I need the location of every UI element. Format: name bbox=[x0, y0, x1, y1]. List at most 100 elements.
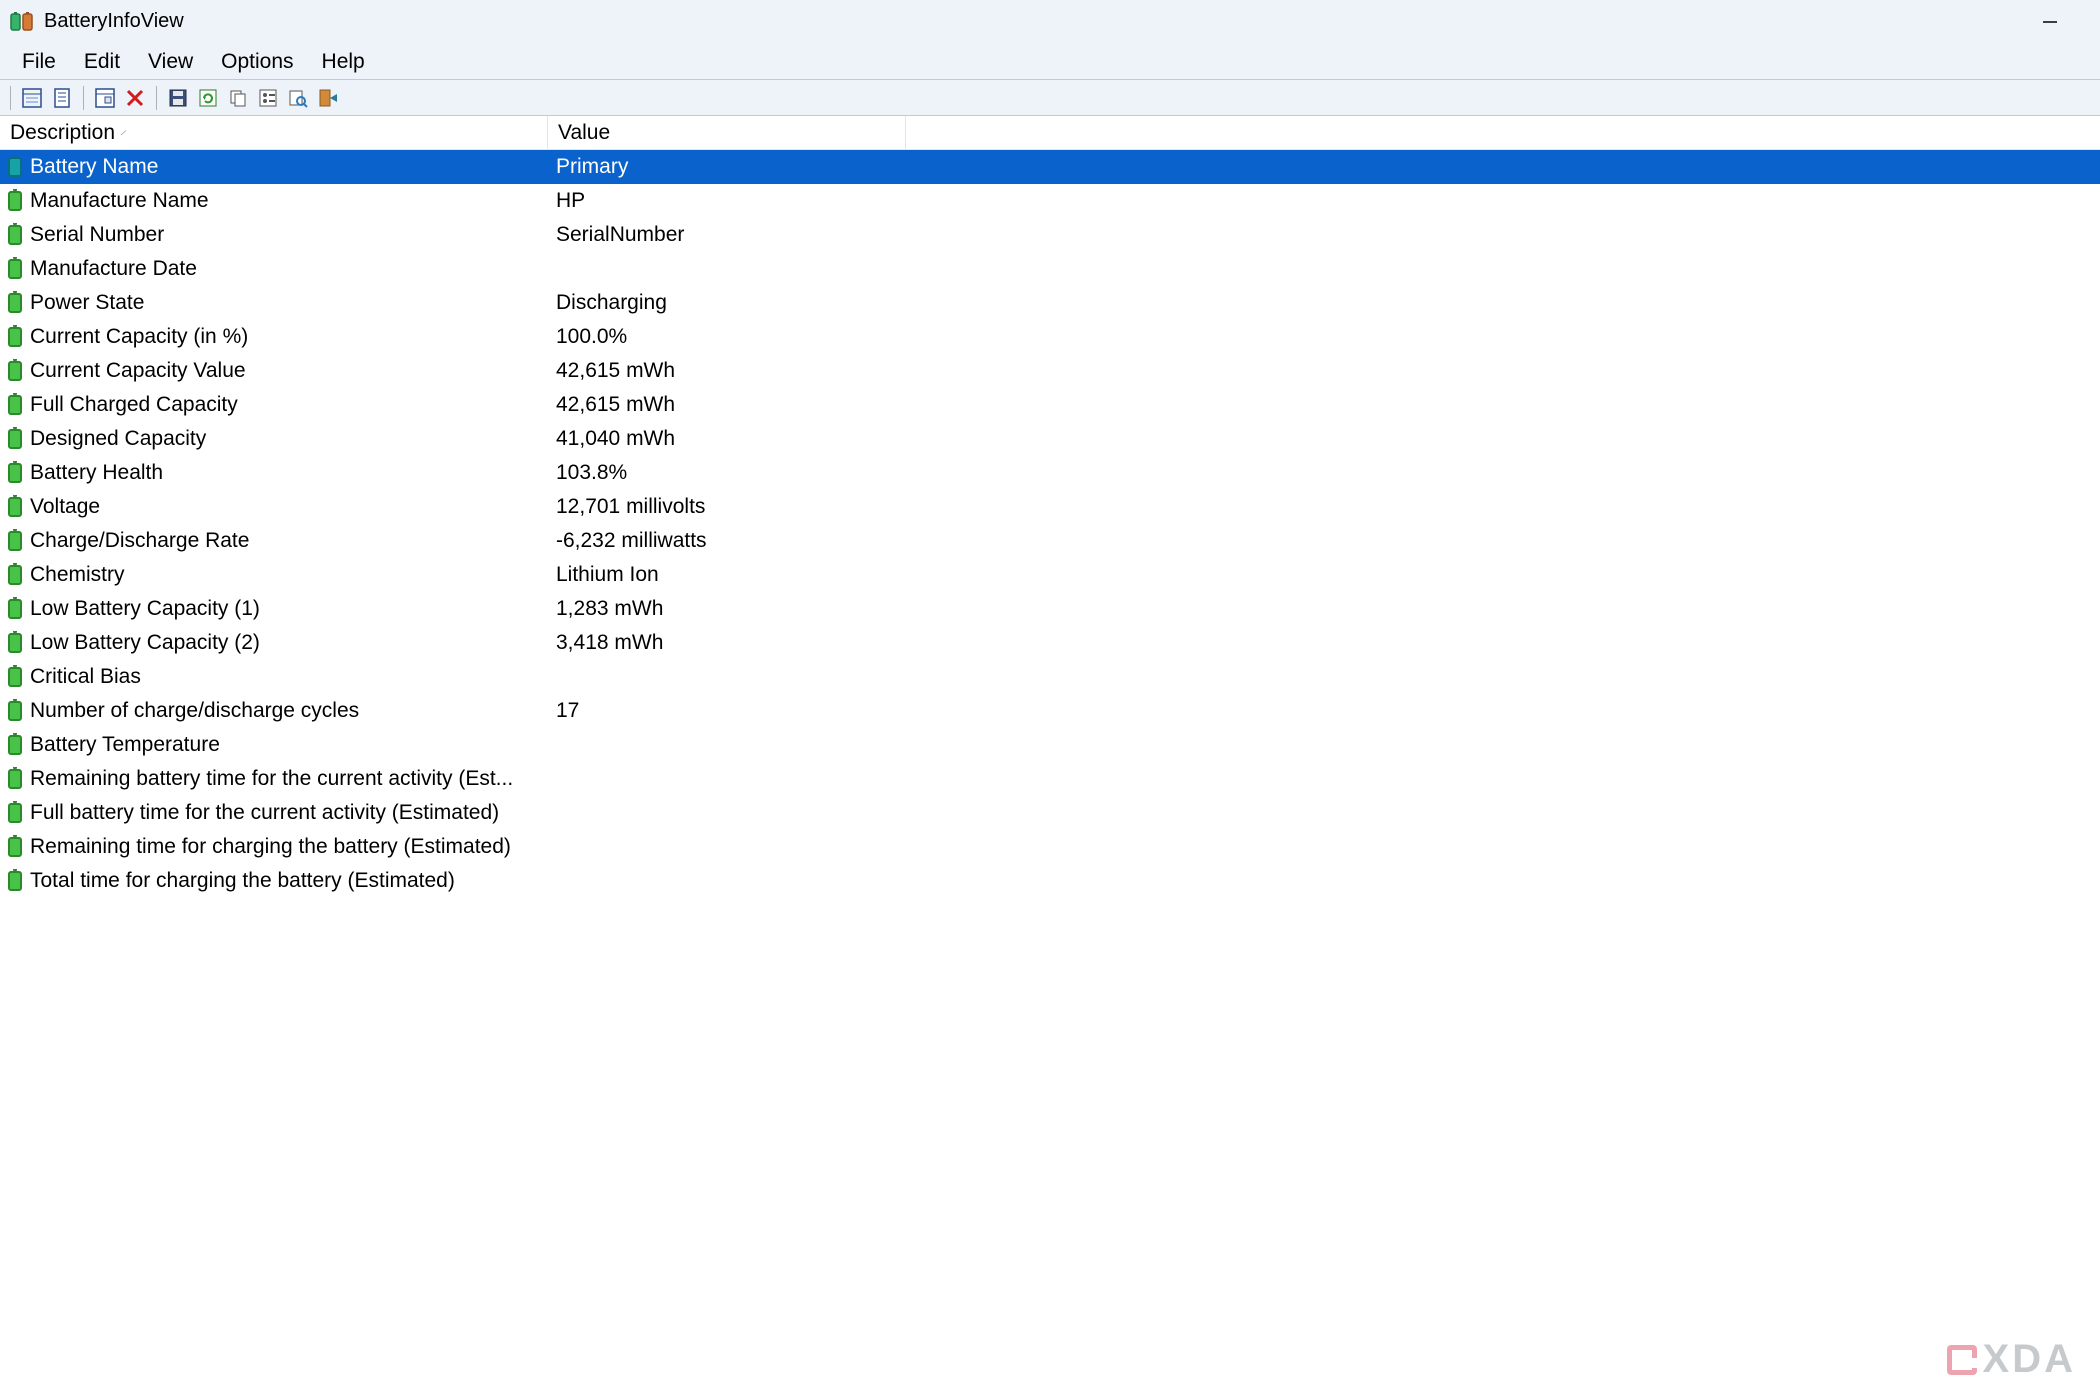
menu-options[interactable]: Options bbox=[207, 46, 307, 78]
battery-icon bbox=[8, 871, 22, 891]
table-row[interactable]: Low Battery Capacity (2) 3,418 mWh bbox=[0, 626, 2100, 660]
row-description-text: Battery Name bbox=[30, 155, 158, 179]
battery-icon bbox=[8, 429, 22, 449]
cell-description: Full battery time for the current activi… bbox=[0, 801, 548, 825]
table-row[interactable]: Low Battery Capacity (1)1,283 mWh bbox=[0, 592, 2100, 626]
battery-icon bbox=[8, 633, 22, 653]
table-row[interactable]: Battery Temperature bbox=[0, 728, 2100, 762]
window-controls bbox=[2030, 7, 2090, 37]
battery-icon bbox=[8, 667, 22, 687]
battery-icon bbox=[8, 293, 22, 313]
battery-icon bbox=[8, 327, 22, 347]
table-row[interactable]: Critical Bias bbox=[0, 660, 2100, 694]
battery-icon bbox=[8, 395, 22, 415]
cell-description: Remaining time for charging the battery … bbox=[0, 835, 548, 859]
watermark-text: XDA bbox=[1983, 1337, 2076, 1382]
menu-file[interactable]: File bbox=[8, 46, 70, 78]
cell-description: Manufacture Date bbox=[0, 257, 548, 281]
table-row[interactable]: Designed Capacity41,040 mWh bbox=[0, 422, 2100, 456]
cell-description: Designed Capacity bbox=[0, 427, 548, 451]
options-icon[interactable] bbox=[255, 85, 281, 111]
save-icon[interactable] bbox=[165, 85, 191, 111]
delete-icon[interactable] bbox=[122, 85, 148, 111]
column-value-label: Value bbox=[558, 121, 610, 145]
table-row[interactable]: Current Capacity (in %)100.0% bbox=[0, 320, 2100, 354]
toolbar-separator bbox=[156, 86, 157, 110]
notes-icon[interactable] bbox=[49, 85, 75, 111]
cell-value: 12,701 millivolts bbox=[548, 495, 906, 519]
table-row[interactable]: Manufacture Date bbox=[0, 252, 2100, 286]
table-row[interactable]: ChemistryLithium Ion bbox=[0, 558, 2100, 592]
cell-value: HP bbox=[548, 189, 906, 213]
menu-help[interactable]: Help bbox=[308, 46, 379, 78]
battery-icon bbox=[8, 803, 22, 823]
row-description-text: Full Charged Capacity bbox=[30, 393, 238, 417]
cell-description: Total time for charging the battery (Est… bbox=[0, 869, 548, 893]
table-row[interactable]: Battery NamePrimary bbox=[0, 150, 2100, 184]
row-description-text: Current Capacity (in %) bbox=[30, 325, 248, 349]
row-description-text: Remaining time for charging the battery … bbox=[30, 835, 511, 859]
battery-icon bbox=[8, 361, 22, 381]
table-row[interactable]: Voltage 12,701 millivolts bbox=[0, 490, 2100, 524]
cell-value: Lithium Ion bbox=[548, 563, 906, 587]
cell-description: Power State bbox=[0, 291, 548, 315]
exit-icon[interactable] bbox=[315, 85, 341, 111]
table-row[interactable]: Full battery time for the current activi… bbox=[0, 796, 2100, 830]
row-description-text: Power State bbox=[30, 291, 144, 315]
row-description-text: Remaining battery time for the current a… bbox=[30, 767, 513, 791]
row-description-text: Number of charge/discharge cycles bbox=[30, 699, 359, 723]
cell-description: Current Capacity Value bbox=[0, 359, 548, 383]
titlebar[interactable]: BatteryInfoView bbox=[0, 0, 2100, 44]
table-row[interactable]: Serial NumberSerialNumber bbox=[0, 218, 2100, 252]
cell-value: SerialNumber bbox=[548, 223, 906, 247]
battery-icon bbox=[8, 837, 22, 857]
cell-description: Voltage bbox=[0, 495, 548, 519]
table-row[interactable]: Full Charged Capacity42,615 mWh bbox=[0, 388, 2100, 422]
column-value[interactable]: Value bbox=[548, 116, 906, 149]
toolbar-separator bbox=[83, 86, 84, 110]
row-description-text: Low Battery Capacity (2) bbox=[30, 631, 260, 655]
cell-description: Number of charge/discharge cycles bbox=[0, 699, 548, 723]
cell-value: 17 bbox=[548, 699, 906, 723]
row-description-text: Voltage bbox=[30, 495, 100, 519]
cell-description: Battery Health bbox=[0, 461, 548, 485]
battery-icon bbox=[8, 735, 22, 755]
column-description[interactable]: Description ⁄ bbox=[0, 116, 548, 149]
watermark-logo: XDA bbox=[1947, 1337, 2076, 1382]
cell-description: Critical Bias bbox=[0, 665, 548, 689]
cell-description: Manufacture Name bbox=[0, 189, 548, 213]
table-row[interactable]: Remaining time for charging the battery … bbox=[0, 830, 2100, 864]
cell-value: 41,040 mWh bbox=[548, 427, 906, 451]
table-row[interactable]: Remaining battery time for the current a… bbox=[0, 762, 2100, 796]
menu-view[interactable]: View bbox=[134, 46, 207, 78]
window-title: BatteryInfoView bbox=[44, 10, 184, 33]
watermark-square-icon bbox=[1947, 1345, 1977, 1375]
menubar: File Edit View Options Help bbox=[0, 44, 2100, 80]
table-row[interactable]: Battery Health103.8% bbox=[0, 456, 2100, 490]
copy-icon[interactable] bbox=[225, 85, 251, 111]
table-row[interactable]: Power StateDischarging bbox=[0, 286, 2100, 320]
refresh-icon[interactable] bbox=[195, 85, 221, 111]
minimize-button[interactable] bbox=[2030, 7, 2070, 37]
details-pane-icon[interactable] bbox=[19, 85, 45, 111]
table-row[interactable]: Total time for charging the battery (Est… bbox=[0, 864, 2100, 898]
cell-description: Low Battery Capacity (1) bbox=[0, 597, 548, 621]
row-description-text: Total time for charging the battery (Est… bbox=[30, 869, 455, 893]
row-description-text: Critical Bias bbox=[30, 665, 141, 689]
table-row[interactable]: Charge/Discharge Rate-6,232 milliwatts bbox=[0, 524, 2100, 558]
cell-description: Current Capacity (in %) bbox=[0, 325, 548, 349]
properties-icon[interactable] bbox=[92, 85, 118, 111]
table-row[interactable]: Current Capacity Value42,615 mWh bbox=[0, 354, 2100, 388]
row-description-text: Battery Health bbox=[30, 461, 163, 485]
battery-icon bbox=[8, 701, 22, 721]
cell-description: Remaining battery time for the current a… bbox=[0, 767, 548, 791]
cell-value: 42,615 mWh bbox=[548, 359, 906, 383]
cell-description: Charge/Discharge Rate bbox=[0, 529, 548, 553]
cell-description: Low Battery Capacity (2) bbox=[0, 631, 548, 655]
cell-value: 3,418 mWh bbox=[548, 631, 906, 655]
battery-icon bbox=[8, 259, 22, 279]
table-row[interactable]: Manufacture NameHP bbox=[0, 184, 2100, 218]
table-row[interactable]: Number of charge/discharge cycles 17 bbox=[0, 694, 2100, 728]
find-icon[interactable] bbox=[285, 85, 311, 111]
menu-edit[interactable]: Edit bbox=[70, 46, 134, 78]
